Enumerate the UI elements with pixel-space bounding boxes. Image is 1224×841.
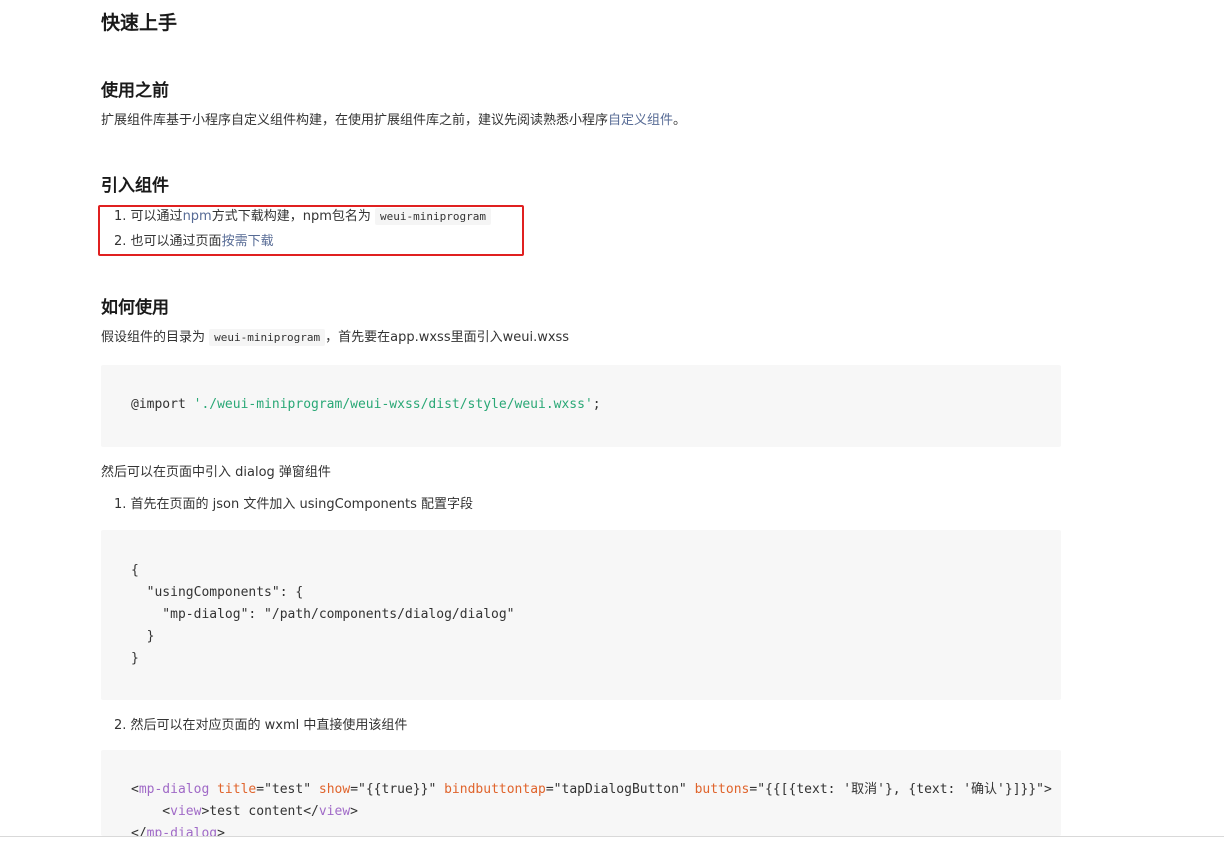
howto-paragraph: 假设组件的目录为 weui-miniprogram ，首先要在app.wxss里面… <box>101 328 569 348</box>
import-keyword: @import <box>131 397 194 412</box>
howto-text-end: ，首先要在app.wxss里面引入weui.wxss <box>325 330 570 345</box>
wxml-code-block: <mp-dialog title="test" show="{{true}}" … <box>101 750 1061 836</box>
import-semicolon: ; <box>592 397 601 412</box>
dir-name-code: weui-miniprogram <box>209 329 326 346</box>
before-paragraph: 扩展组件库基于小程序自定义组件构建，在使用扩展组件库之前，建议先阅读熟悉小程序自… <box>101 111 686 131</box>
wxml-lt: < <box>131 782 139 797</box>
window-bottom-edge <box>0 836 1224 841</box>
on-demand-download-link[interactable]: 按需下载 <box>222 234 274 249</box>
wxml-inner-gt: > <box>350 804 358 819</box>
import-list-item-2: 2. 也可以通过页面按需下载 <box>114 232 274 252</box>
doc-page: 快速上手 使用之前 扩展组件库基于小程序自定义组件构建，在使用扩展组件库之前，建… <box>0 0 1224 841</box>
json-code: { "usingComponents": { "mp-dialog": "/pa… <box>131 563 515 666</box>
wxml-close-gt: > <box>217 826 225 836</box>
import-list-item-1: 1. 可以通过npm方式下载构建，npm包名为 weui-miniprogram <box>114 207 491 227</box>
list-number: 1. <box>114 209 127 224</box>
npm-link[interactable]: npm <box>183 209 212 224</box>
wxml-close-lt: </ <box>131 826 147 836</box>
step-1-item: 1. 首先在页面的 json 文件加入 usingComponents 配置字段 <box>114 497 474 512</box>
wxml-code: <mp-dialog title="test" show="{{true}}" … <box>131 779 1052 836</box>
section-title-import: 引入组件 <box>101 176 169 196</box>
howto-text: 假设组件的目录为 <box>101 330 206 345</box>
wxml-close-tag: mp-dialog <box>146 826 218 836</box>
wxml-inner-text: >test content</ <box>201 804 319 819</box>
wxml-val-title: ="test" <box>256 782 319 797</box>
custom-component-link[interactable]: 自定义组件 <box>608 113 673 128</box>
wxml-attr-title: title <box>217 782 257 797</box>
json-code-block: { "usingComponents": { "mp-dialog": "/pa… <box>101 530 1061 700</box>
import-item-1-middle: 方式下载构建，npm包名为 <box>211 209 371 224</box>
list-number: 2. <box>114 234 127 249</box>
import-code: @import './weui-miniprogram/weui-wxss/di… <box>131 394 601 416</box>
wxml-attr-bind: bindbuttontap <box>444 782 546 797</box>
wxml-inner-lt: < <box>131 804 171 819</box>
before-text-end: 。 <box>673 113 687 128</box>
import-item-2-text: 也可以通过页面 <box>130 234 222 249</box>
import-path: './weui-miniprogram/weui-wxss/dist/style… <box>193 397 593 412</box>
section-title-before: 使用之前 <box>101 81 169 101</box>
wxml-attr-show: show <box>318 782 351 797</box>
step-2-item: 2. 然后可以在对应页面的 wxml 中直接使用该组件 <box>114 718 408 733</box>
wxml-val-show: ="{{true}}" <box>350 782 445 797</box>
wxml-attr-buttons: buttons <box>694 782 750 797</box>
wxml-val-buttons: ="{{[{text: '取消'}, {text: '确认'}]}}"> <box>749 782 1052 797</box>
section-title-howto: 如何使用 <box>101 298 169 318</box>
page-title: 快速上手 <box>101 12 178 34</box>
before-text: 扩展组件库基于小程序自定义组件构建，在使用扩展组件库之前，建议先阅读熟悉小程序 <box>101 113 609 128</box>
wxml-tag-name: mp-dialog <box>138 782 210 797</box>
import-code-block: @import './weui-miniprogram/weui-wxss/di… <box>101 365 1061 447</box>
package-name-code: weui-miniprogram <box>375 208 491 225</box>
import-item-1-text: 可以通过 <box>130 209 183 224</box>
then-paragraph: 然后可以在页面中引入 dialog 弹窗组件 <box>101 465 331 480</box>
wxml-val-bind: ="tapDialogButton" <box>545 782 695 797</box>
wxml-inner-tag-close: view <box>318 804 351 819</box>
wxml-inner-tag: view <box>170 804 202 819</box>
